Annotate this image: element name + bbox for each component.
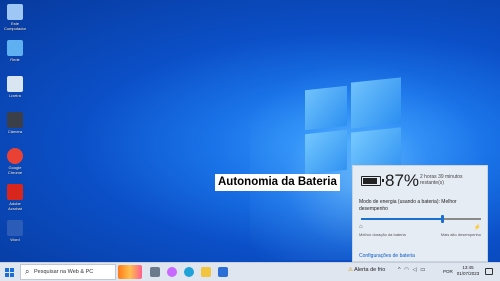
desktop-icon-label: Câmera	[7, 129, 23, 134]
search-placeholder: Pesquisar na Web & PC	[34, 269, 94, 275]
search-highlight-image[interactable]	[118, 265, 142, 279]
battery-icon	[361, 176, 384, 186]
computer-icon	[7, 4, 23, 20]
warning-icon: ⚠	[348, 267, 353, 273]
volume-icon[interactable]: ◁	[412, 267, 417, 273]
battery-saver-icon: ⌂	[359, 224, 363, 230]
search-icon: ⌕	[25, 267, 30, 276]
network-icon	[7, 40, 23, 56]
battery-remaining: 2 horas 39 minutos restante(s)	[420, 174, 463, 186]
desktop-icon-this-pc[interactable]: Este Computador	[2, 4, 28, 31]
desktop-icon-label: Lixeira	[9, 93, 21, 98]
wifi-icon[interactable]: ◠	[404, 267, 410, 273]
desktop-icon-recycle-bin[interactable]: Lixeira	[2, 76, 28, 98]
clock-date: 01/07/2023	[456, 271, 480, 276]
caption-title: Autonomia da Bateria	[215, 174, 340, 191]
windows-logo	[305, 77, 405, 179]
recycle-bin-icon	[7, 76, 23, 92]
start-button[interactable]	[5, 268, 14, 277]
clock[interactable]: 13:45 01/07/2023	[455, 265, 481, 277]
desktop-icon-camera[interactable]: Câmera	[2, 112, 28, 134]
power-mode-label: Modo de energia (usando a bateria): Melh…	[359, 199, 457, 212]
word-icon	[7, 220, 23, 236]
battery-flyout: 87% 2 horas 39 minutos restante(s) Modo …	[352, 165, 488, 262]
taskbar: ⌕ Pesquisar na Web & PC ⚠ Alerta de frio…	[0, 262, 500, 281]
chevron-up-icon[interactable]: ^	[398, 267, 402, 273]
best-battery-label: Melhor duração da bateria	[359, 232, 406, 237]
desktop-icon-network[interactable]: Rede	[2, 40, 28, 62]
desktop: Este Computador Rede Lixeira Câmera Goog…	[0, 0, 500, 262]
desktop-icon-label: Rede	[10, 57, 20, 62]
battery-percent: 87%	[385, 171, 420, 190]
desktop-icon-chrome[interactable]: Google Chrome	[2, 148, 28, 175]
slider-thumb[interactable]	[441, 215, 445, 223]
desktop-icon-label: Google Chrome	[7, 165, 23, 175]
pdf-icon	[7, 184, 23, 200]
notification-icon[interactable]	[485, 268, 493, 275]
performance-icon: ⚡	[473, 225, 481, 231]
weather-text: Alerta de frio	[354, 267, 386, 273]
system-tray[interactable]: ^ ◠ ◁ ▭	[398, 267, 426, 273]
weather-widget[interactable]: ⚠ Alerta de frio	[348, 267, 385, 273]
file-explorer-icon[interactable]	[201, 267, 211, 277]
edge-icon[interactable]	[184, 267, 194, 277]
language-indicator[interactable]: POR	[443, 269, 453, 274]
store-icon[interactable]	[218, 267, 228, 277]
desktop-icon-label: Este Computador	[3, 21, 26, 31]
battery-tray-icon[interactable]: ▭	[420, 267, 426, 273]
task-view-icon[interactable]	[150, 267, 160, 277]
desktop-icon-acrobat[interactable]: Adobe Acrobat	[2, 184, 28, 211]
battery-settings-link[interactable]: Configurações de bateria	[359, 253, 415, 259]
power-mode-slider[interactable]	[361, 215, 481, 223]
desktop-icon-label: Word	[10, 237, 20, 242]
camera-icon	[7, 112, 23, 128]
best-performance-label: Mais alto desempenho	[440, 232, 481, 237]
chrome-icon	[7, 148, 23, 164]
copilot-icon[interactable]	[167, 267, 177, 277]
desktop-icon-word[interactable]: Word	[2, 220, 28, 242]
search-box[interactable]: ⌕ Pesquisar na Web & PC	[20, 264, 116, 280]
desktop-icon-label: Adobe Acrobat	[8, 201, 22, 211]
